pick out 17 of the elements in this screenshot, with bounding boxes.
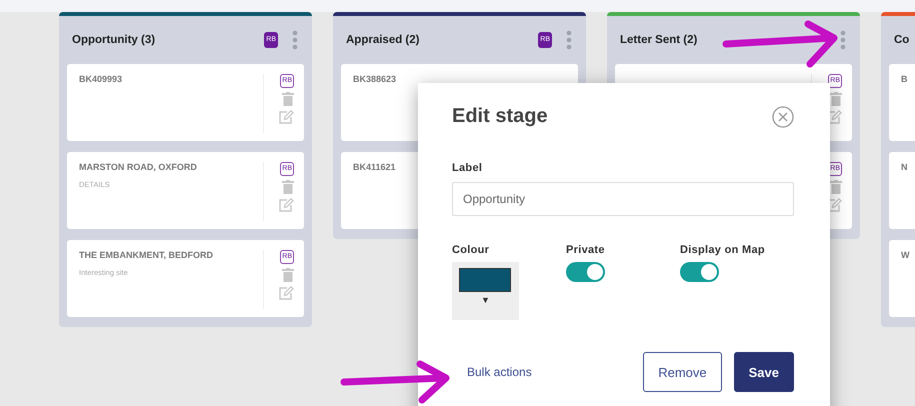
column-title: Opportunity (3) [72,34,156,46]
field-label: Label [452,162,482,174]
card-title: BK388623 [353,74,396,84]
field-label: Colour [452,244,490,256]
card-title: B [901,74,908,84]
card-title: BK411621 [353,162,396,172]
card-title: MARSTON ROAD, OXFORD [79,162,197,172]
card-title: W [901,250,910,260]
card-title: N [901,162,908,172]
column-title: Letter Sent (2) [620,34,698,46]
field-label: Display on Map [680,244,765,256]
field-label: Private [566,244,606,256]
column-title: Co [894,34,910,46]
card-title: BK409993 [79,74,122,84]
card-title: THE EMBANKMENT, BEDFORD [79,250,213,260]
column-title: Appraised (2) [346,34,420,46]
dialog-title: Edit stage [452,105,548,128]
